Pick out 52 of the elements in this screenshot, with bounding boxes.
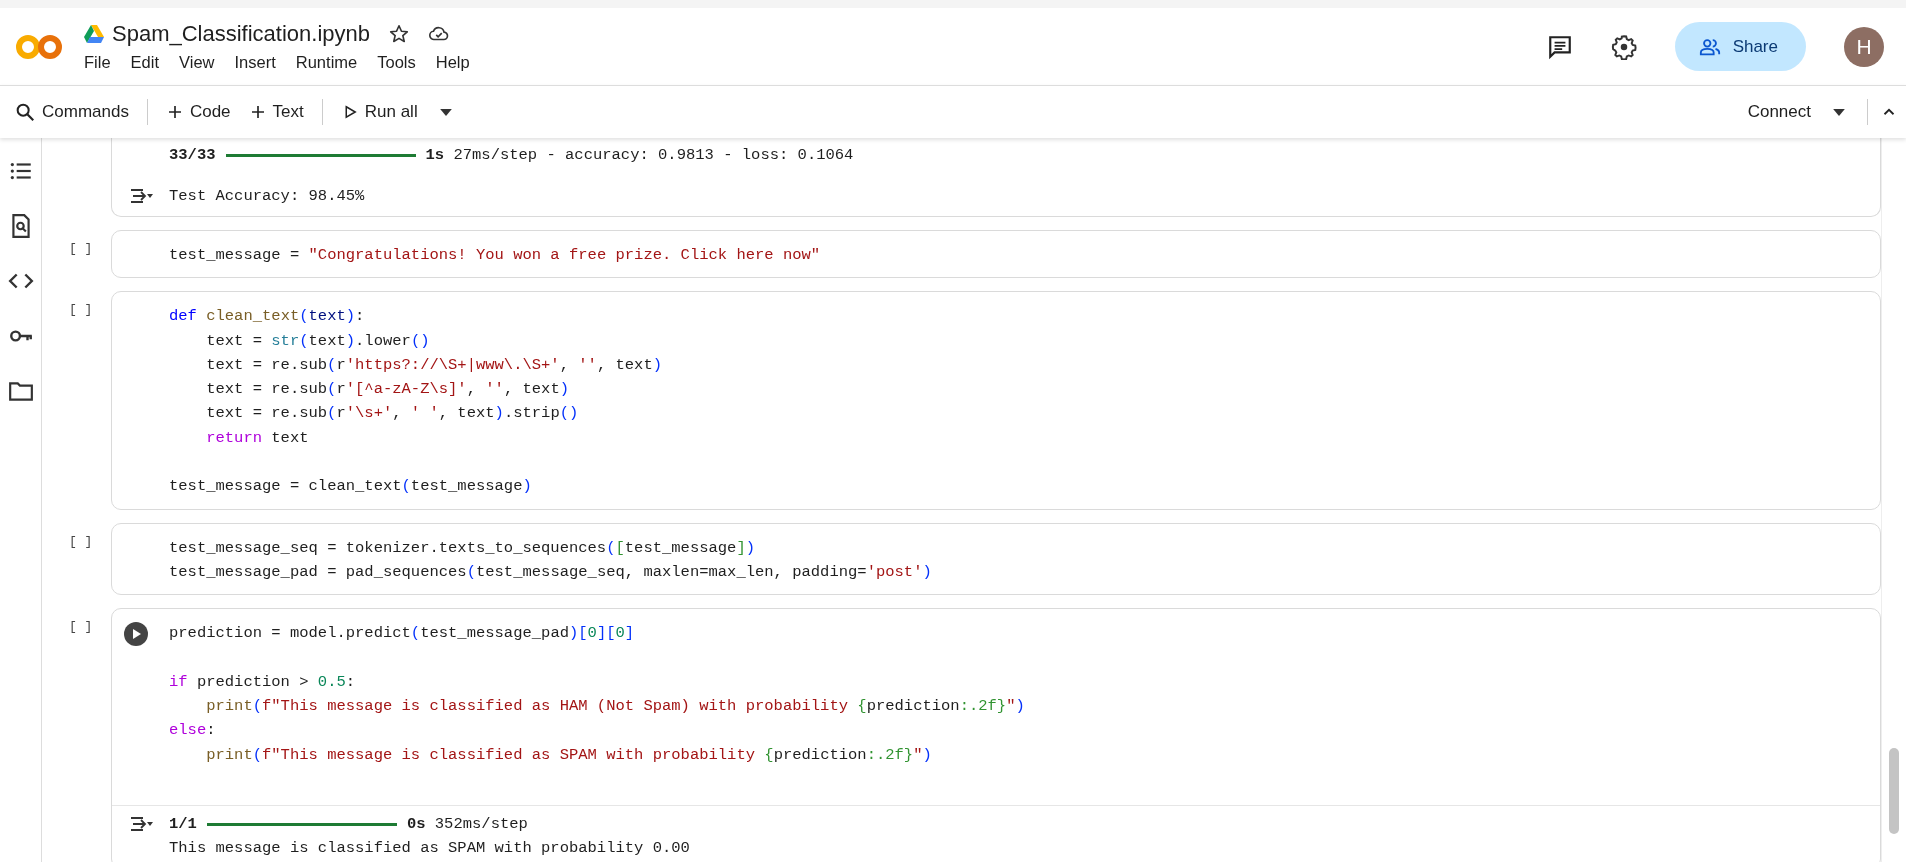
output-toggle-icon[interactable] [128, 186, 153, 206]
menu-item[interactable]: View [179, 53, 215, 72]
code-line: test_message = clean_text(test_message) [169, 476, 533, 498]
add-code-button[interactable]: Code [159, 98, 237, 126]
progress-stats: 352ms/step [433, 815, 528, 834]
cell-bracket[interactable]: [ ] [69, 533, 93, 549]
code-line: print(f"This message is classified as SPAM with probability {prediction:.2f}") [205, 744, 933, 766]
progress-count: 33/33 [169, 146, 216, 164]
code-line: prediction = model.predict(test_message_pad)[0][0] [169, 623, 636, 645]
notebook-title[interactable]: Spam_Classification.ipynb [112, 21, 371, 47]
progress-time: 0s [406, 815, 426, 834]
output-text: This message is classified as SPAM with probability 0.00 [169, 839, 690, 858]
triangle-logo-icon[interactable] [84, 25, 104, 43]
add-text-button[interactable]: Text [242, 98, 310, 126]
run-all-button[interactable]: Run all [334, 98, 424, 126]
menu-item[interactable]: Edit [130, 53, 160, 72]
caret-icon[interactable] [439, 108, 452, 116]
menu-item[interactable]: Tools [377, 53, 416, 72]
cell-bracket[interactable]: [ ] [69, 302, 93, 318]
code-line: text = str(text).lower() [205, 330, 431, 352]
code-line: if prediction > 0.5: [169, 671, 357, 693]
code-line: text = re.sub(r'\s+', ' ', text).strip() [205, 403, 580, 425]
menu-item[interactable]: Help [435, 53, 470, 72]
progress-count: 1/1 [169, 815, 197, 834]
cell-bracket[interactable]: [ ] [69, 619, 93, 635]
code-line: test_message = "Congratulations! You won a free prize. Click here now" [169, 245, 822, 266]
code-line: print(f"This message is classified as HAM (Not Spam) with probability {prediction:.2f}") [205, 696, 1026, 718]
connect-button[interactable]: Connect [1741, 98, 1817, 126]
progress-time: 1s [425, 146, 445, 164]
commands-button[interactable]: Commands [8, 97, 135, 127]
code-line: text = re.sub(r'https?://\S+|www\.\S+', '', text) [205, 354, 663, 376]
caret-icon[interactable] [1833, 108, 1845, 116]
progress-stats: 27ms/step - accuracy: 0.9813 - loss: 0.1064 [452, 146, 854, 164]
code-line: test_message_seq = tokenizer.texts_to_sequences([test_message]) [169, 537, 757, 559]
settings-icon[interactable] [1610, 33, 1637, 60]
menu-item[interactable]: File [84, 53, 111, 72]
code-line: test_message_pad = pad_sequences(test_message_seq, maxlen=max_len, padding='post') [169, 561, 933, 583]
code-line: else: [169, 720, 217, 742]
share-button[interactable]: Share [1674, 22, 1806, 71]
star-icon[interactable] [388, 23, 411, 45]
run-cell-icon[interactable] [124, 622, 148, 647]
code-line: def clean_text(text): [169, 306, 366, 328]
search-icon [14, 101, 36, 123]
menu-item[interactable]: Insert [234, 53, 276, 72]
cell-bracket[interactable]: [ ] [69, 241, 93, 256]
comment-icon[interactable] [1546, 33, 1573, 60]
scrollbar-thumb[interactable] [1889, 748, 1899, 834]
user-avatar[interactable]: H [1844, 26, 1884, 67]
menu-item[interactable]: Runtime [295, 53, 358, 72]
code-line: text = re.sub(r'[^a-zA-Z\s]', '', text) [205, 379, 570, 401]
output-text: Test Accuracy: 98.45% [169, 187, 365, 205]
code-line: return text [205, 427, 310, 449]
